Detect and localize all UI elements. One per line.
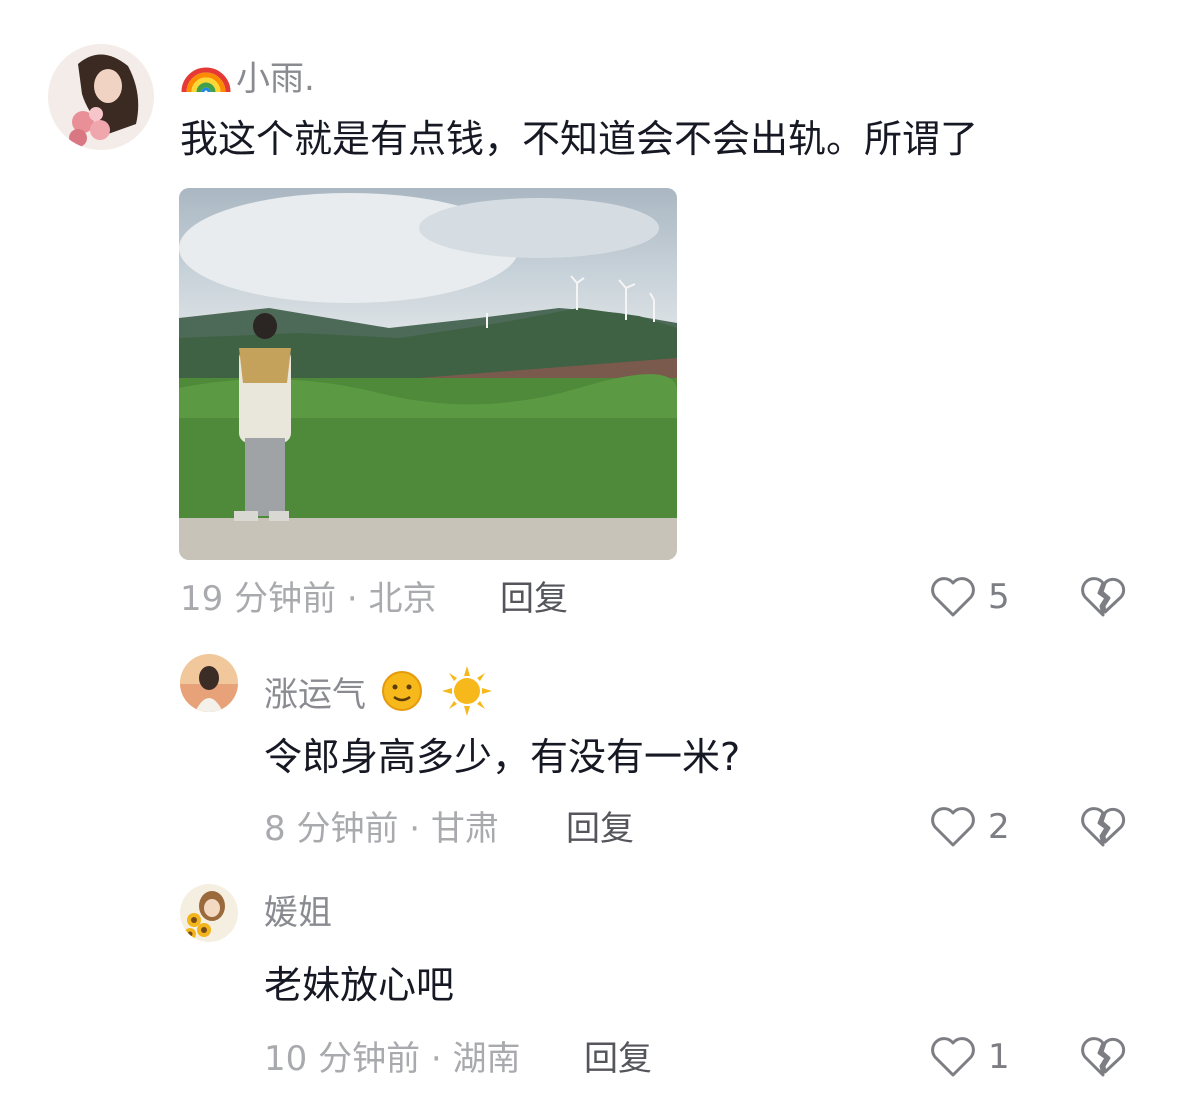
like-button[interactable]: 5: [930, 576, 1010, 618]
comment-author[interactable]: 涨运气: [264, 666, 492, 716]
broken-heart-icon: [1081, 577, 1126, 617]
like-button[interactable]: 2: [930, 806, 1010, 848]
broken-heart-icon: [1081, 1037, 1126, 1077]
dislike-button[interactable]: [1080, 1036, 1126, 1082]
heart-icon: [931, 807, 975, 847]
comment-text: 我这个就是有点钱，不知道会不会出轨。所谓了: [180, 117, 979, 161]
dislike-button[interactable]: [1080, 576, 1126, 622]
comment-timestamp: 19 分钟前 · 北京: [180, 579, 437, 619]
like-count: 1: [988, 1037, 1010, 1077]
comment-timestamp: 8 分钟前 · 甘肃: [264, 809, 499, 849]
heart-icon: [931, 1037, 975, 1077]
like-count: 5: [988, 577, 1010, 617]
comment-text: 令郎身高多少，有没有一米?: [264, 735, 741, 779]
avatar[interactable]: [180, 884, 238, 942]
comment-author[interactable]: 媛姐: [264, 896, 332, 930]
comment-author[interactable]: 小雨.: [180, 52, 315, 96]
author-name: 涨运气: [264, 675, 366, 715]
dislike-button[interactable]: [1080, 806, 1126, 852]
reply-button[interactable]: 回复: [500, 582, 568, 616]
comment-timestamp: 10 分钟前 · 湖南: [264, 1039, 521, 1079]
like-count: 2: [988, 807, 1010, 847]
like-button[interactable]: 1: [930, 1036, 1010, 1078]
reply-button[interactable]: 回复: [584, 1042, 652, 1076]
avatar[interactable]: [180, 654, 238, 712]
avatar[interactable]: [48, 44, 154, 150]
heart-icon: [931, 577, 975, 617]
comment-text: 老妹放心吧: [264, 963, 455, 1007]
sun-icon: [441, 666, 492, 716]
reply-button[interactable]: 回复: [566, 812, 634, 846]
author-name: 小雨.: [236, 59, 315, 99]
rainbow-icon: [181, 67, 231, 93]
broken-heart-icon: [1081, 807, 1126, 847]
sun-face-icon: [381, 671, 422, 711]
comment-photo[interactable]: [179, 188, 677, 560]
